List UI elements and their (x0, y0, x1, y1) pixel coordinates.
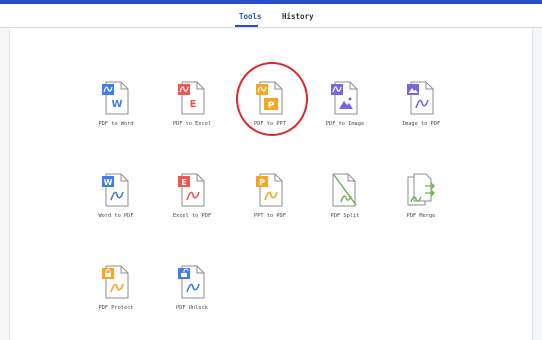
tool-pdf-to-ppt[interactable]: P PDF to PPT (238, 80, 302, 136)
tool-label: PDF to PPT (254, 121, 286, 127)
pdf-to-excel-icon: E (178, 81, 205, 115)
tool-label: PDF to Word (98, 121, 134, 127)
tool-pdf-to-image[interactable]: PDF to Image (313, 80, 377, 136)
excel-to-pdf-icon: E (178, 173, 205, 207)
tool-pdf-to-excel[interactable]: E PDF to Excel (160, 80, 224, 136)
pdf-to-ppt-icon: P (256, 81, 283, 115)
svg-text:E: E (181, 178, 186, 187)
tool-label: PDF to Image (325, 121, 365, 127)
pdf-merge-icon (407, 173, 435, 206)
svg-text:W: W (104, 178, 113, 187)
pdf-protect-icon (102, 265, 129, 299)
image-to-pdf-icon (407, 81, 434, 115)
tool-label: PDF Merge (406, 213, 436, 219)
pdf-to-word-icon: W (102, 81, 129, 115)
tab-tools[interactable]: Tools (239, 12, 262, 21)
pdf-to-image-icon (331, 81, 358, 115)
tool-excel-to-pdf[interactable]: E Excel to PDF (160, 172, 224, 228)
ppt-to-pdf-icon: P (256, 173, 283, 207)
tool-pdf-protect[interactable]: PDF Protect (84, 264, 148, 320)
tool-pdf-split[interactable]: PDF Split (313, 172, 377, 228)
tool-word-to-pdf[interactable]: W Word to PDF (84, 172, 148, 228)
tool-label: PDF to Excel (172, 121, 212, 127)
tool-label: PDF Split (330, 213, 360, 219)
tool-pdf-to-word[interactable]: W PDF to Word (84, 80, 148, 136)
tool-label: PPT to PDF (254, 213, 286, 219)
svg-text:P: P (268, 101, 275, 111)
tool-pdf-merge[interactable]: PDF Merge (389, 172, 453, 228)
tool-label: PDF Unlock (176, 305, 208, 311)
pdf-split-icon (332, 173, 357, 207)
pdf-unlock-icon (178, 265, 205, 299)
svg-text:E: E (190, 99, 197, 110)
active-tab-indicator (235, 25, 258, 27)
tab-header: Tools History (0, 4, 542, 28)
tool-label: Excel to PDF (172, 213, 212, 219)
tab-history[interactable]: History (282, 12, 314, 21)
svg-text:P: P (259, 178, 265, 187)
tool-label: Word to PDF (98, 213, 134, 219)
tool-pdf-unlock[interactable]: PDF Unlock (160, 264, 224, 320)
tool-label: Image to PDF (401, 121, 441, 127)
tool-ppt-to-pdf[interactable]: P PPT to PDF (238, 172, 302, 228)
word-to-pdf-icon: W (102, 173, 129, 207)
tool-label: PDF Protect (98, 305, 134, 311)
svg-text:W: W (111, 99, 122, 110)
tool-image-to-pdf[interactable]: Image to PDF (389, 80, 453, 136)
